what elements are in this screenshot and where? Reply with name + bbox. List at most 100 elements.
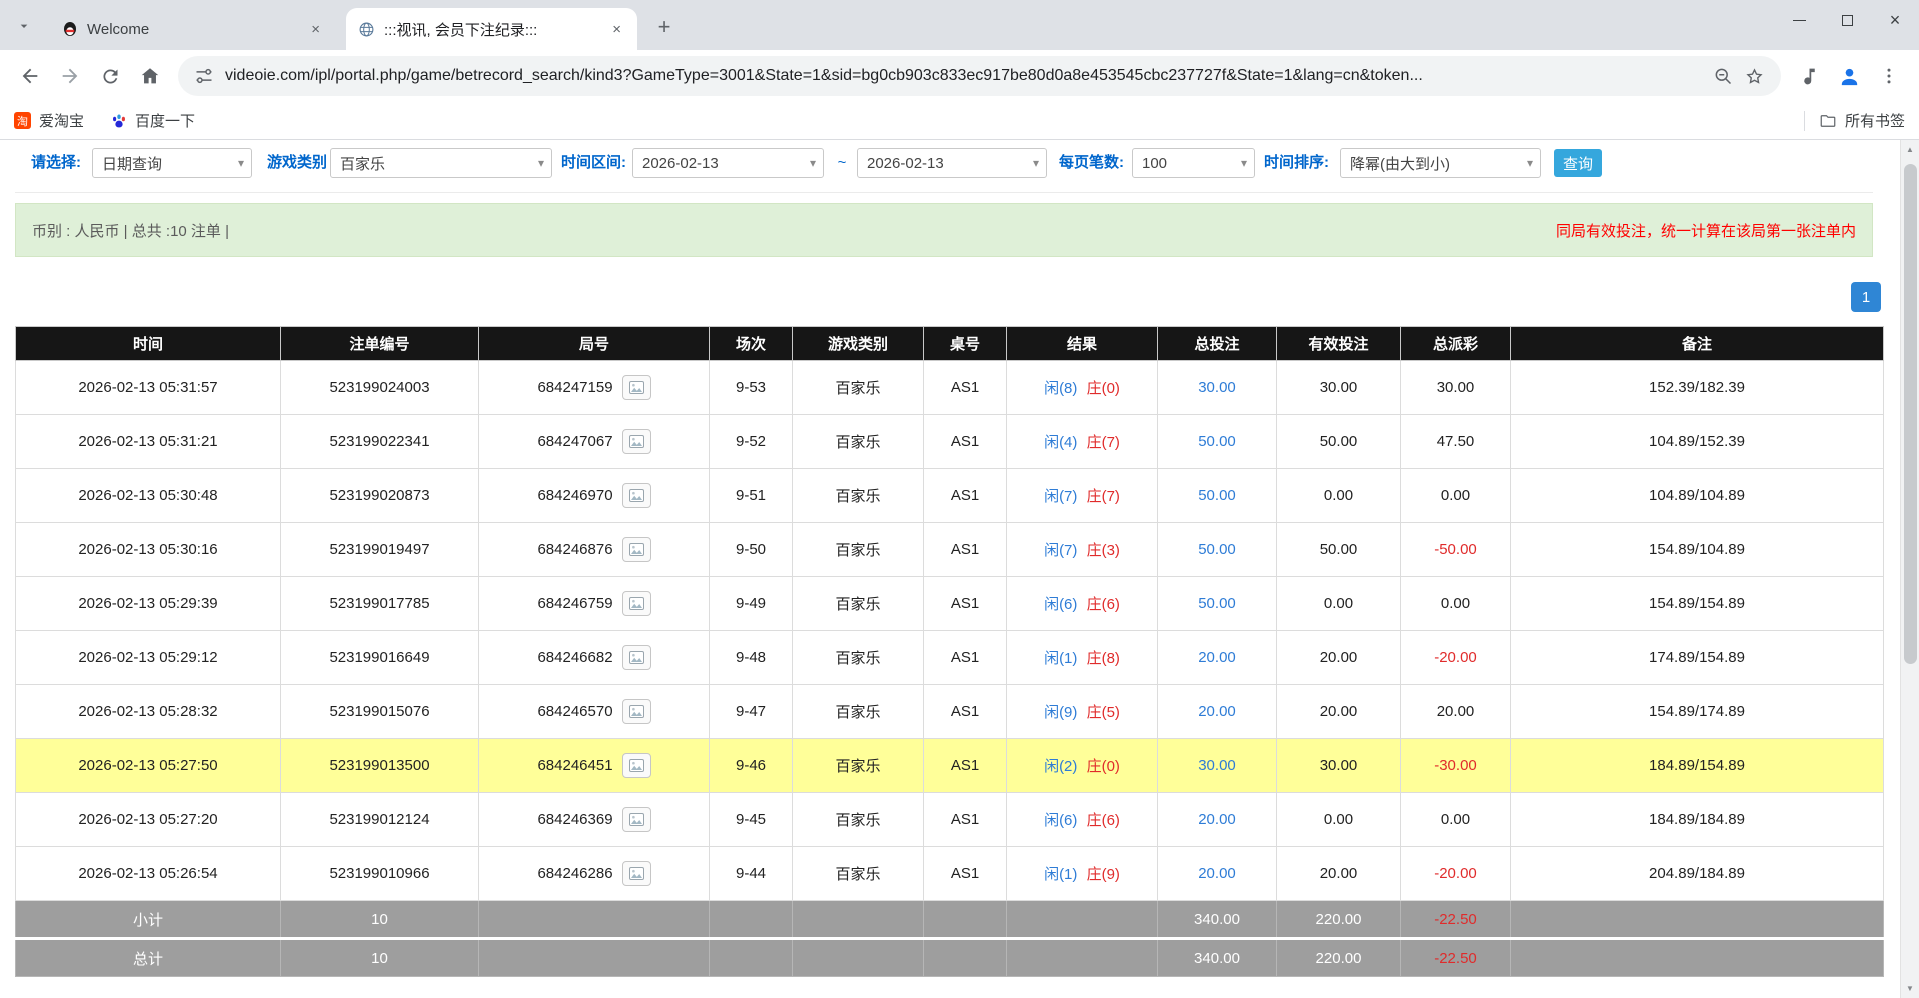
all-bookmarks-button[interactable]: 所有书签 [1819, 110, 1905, 131]
home-button[interactable] [130, 56, 170, 96]
bookmark-aitaobao[interactable]: 淘 爱淘宝 [14, 110, 84, 131]
date-to-input[interactable]: 2026-02-13 ▾ [857, 148, 1047, 178]
page-size-dropdown[interactable]: 100 ▾ [1132, 148, 1255, 178]
player-result: 闲(4) [1044, 434, 1077, 451]
note-cell: 184.89/154.89 [1511, 739, 1884, 793]
summary-text: 币别 : 人民币 | 总共 :10 注单 | [32, 220, 229, 241]
address-bar[interactable]: videoie.com/ipl/portal.php/game/betrecor… [178, 56, 1781, 96]
empty-cell [710, 901, 793, 939]
table-no-cell: AS1 [924, 631, 1007, 685]
replay-image-button[interactable] [622, 807, 651, 832]
home-icon [139, 65, 161, 87]
scroll-up-arrow[interactable]: ▲ [1901, 140, 1919, 159]
total-bet-link[interactable]: 50.00 [1198, 487, 1236, 504]
round-id-wrap: 684246876 [479, 537, 709, 562]
total-bet-cell: 50.00 [1158, 523, 1277, 577]
col-result: 结果 [1007, 327, 1158, 361]
new-tab-button[interactable]: + [650, 13, 678, 41]
empty-cell [1007, 901, 1158, 939]
total-bet-link[interactable]: 20.00 [1198, 649, 1236, 666]
profile-button[interactable] [1829, 56, 1869, 96]
tab-search-button[interactable] [10, 12, 38, 40]
game-type-dropdown[interactable]: 百家乐 ▾ [330, 148, 552, 178]
tab-close-icon[interactable]: × [608, 19, 625, 40]
empty-cell [924, 901, 1007, 939]
note-cell: 184.89/184.89 [1511, 793, 1884, 847]
round-id-text: 684246286 [537, 865, 612, 882]
banker-result: 庄(6) [1087, 812, 1120, 829]
tab-welcome[interactable]: Welcome × [49, 8, 336, 50]
date-to-value: 2026-02-13 [867, 155, 944, 172]
reload-button[interactable] [90, 56, 130, 96]
vertical-scrollbar[interactable]: ▲ ▼ [1900, 140, 1919, 998]
replay-image-button[interactable] [622, 699, 651, 724]
image-icon [629, 867, 644, 880]
total-bet-link[interactable]: 30.00 [1198, 757, 1236, 774]
bookmark-baidu[interactable]: 百度一下 [110, 110, 195, 131]
game-type-cell: 百家乐 [793, 523, 924, 577]
session-cell: 9-51 [710, 469, 793, 523]
replay-image-button[interactable] [622, 861, 651, 886]
banker-result: 庄(0) [1087, 758, 1120, 775]
round-id-cell: 684246570 [479, 685, 710, 739]
image-icon [629, 381, 644, 394]
replay-image-button[interactable] [622, 375, 651, 400]
replay-image-button[interactable] [622, 537, 651, 562]
sort-order-dropdown[interactable]: 降幂(由大到小) ▾ [1340, 148, 1541, 178]
total-bet-link[interactable]: 20.00 [1198, 811, 1236, 828]
close-button[interactable]: × [1871, 0, 1919, 40]
zoom-icon[interactable] [1713, 66, 1733, 86]
url-text[interactable]: videoie.com/ipl/portal.php/game/betrecor… [225, 67, 1702, 85]
media-controls-button[interactable] [1789, 56, 1829, 96]
replay-image-button[interactable] [622, 591, 651, 616]
bet-id-cell: 523199016649 [281, 631, 479, 685]
subtotal-label: 小计 [16, 901, 281, 939]
maximize-icon [1842, 15, 1853, 26]
total-bet-link[interactable]: 50.00 [1198, 541, 1236, 558]
table-row: 2026-02-13 05:27:20 523199012124 6842463… [16, 793, 1884, 847]
session-cell: 9-52 [710, 415, 793, 469]
search-button[interactable]: 查询 [1554, 149, 1602, 177]
minimize-button[interactable] [1775, 0, 1823, 40]
forward-button[interactable] [50, 56, 90, 96]
menu-button[interactable] [1869, 56, 1909, 96]
replay-image-button[interactable] [622, 483, 651, 508]
maximize-button[interactable] [1823, 0, 1871, 40]
result-cell: 闲(2) 庄(0) [1007, 739, 1158, 793]
tab-close-icon[interactable]: × [307, 19, 324, 40]
select-type-dropdown[interactable]: 日期查询 ▾ [92, 148, 252, 178]
total-bet-link[interactable]: 30.00 [1198, 379, 1236, 396]
total-bet-link[interactable]: 50.00 [1198, 433, 1236, 450]
empty-cell [479, 901, 710, 939]
replay-image-button[interactable] [622, 753, 651, 778]
total-bet-link[interactable]: 20.00 [1198, 865, 1236, 882]
bookmark-star-icon[interactable] [1744, 66, 1765, 87]
round-id-wrap: 684246759 [479, 591, 709, 616]
date-from-input[interactable]: 2026-02-13 ▾ [632, 148, 824, 178]
tab-bet-records[interactable]: :::视讯, 会员下注纪录::: × [346, 8, 637, 50]
tab-title: Welcome [87, 21, 298, 38]
table-row: 2026-02-13 05:27:50 523199013500 6842464… [16, 739, 1884, 793]
replay-image-button[interactable] [622, 645, 651, 670]
round-id-cell: 684247067 [479, 415, 710, 469]
taobao-favicon-icon: 淘 [14, 112, 31, 129]
scrollbar-thumb[interactable] [1904, 164, 1917, 664]
note-cell: 152.39/182.39 [1511, 361, 1884, 415]
valid-bet-cell: 0.00 [1277, 469, 1401, 523]
total-bet-link[interactable]: 20.00 [1198, 703, 1236, 720]
col-time: 时间 [16, 327, 281, 361]
table-row: 2026-02-13 05:28:32 523199015076 6842465… [16, 685, 1884, 739]
pagination-page-1-button[interactable]: 1 [1851, 282, 1881, 312]
total-count: 10 [281, 939, 479, 977]
select-type-value: 日期查询 [102, 153, 162, 174]
site-settings-icon[interactable] [194, 66, 214, 86]
session-cell: 9-53 [710, 361, 793, 415]
bet-id-cell: 523199010966 [281, 847, 479, 901]
image-icon [629, 651, 644, 664]
scroll-down-arrow[interactable]: ▼ [1901, 979, 1919, 998]
total-bet-link[interactable]: 50.00 [1198, 595, 1236, 612]
replay-image-button[interactable] [622, 429, 651, 454]
table-no-cell: AS1 [924, 523, 1007, 577]
bet-id-cell: 523199015076 [281, 685, 479, 739]
back-button[interactable] [10, 56, 50, 96]
